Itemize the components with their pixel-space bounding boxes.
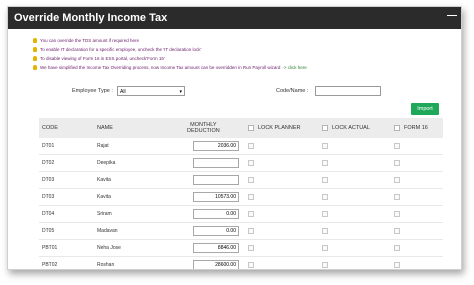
lock-planner-checkbox[interactable] (248, 245, 254, 251)
employee-type-value: All (120, 89, 126, 95)
lightbulb-icon (33, 56, 37, 61)
monthly-deduction-input[interactable] (193, 175, 239, 185)
row-code: PBT01 (42, 245, 58, 251)
row-code: DT01 (42, 143, 55, 149)
lock-actual-checkbox[interactable] (322, 160, 328, 166)
row-name: Madavan (97, 228, 118, 234)
table-row: PBT02 Roshan 28600.00 (39, 257, 443, 269)
header-lock-planner: LOCK PLANNER (248, 118, 301, 138)
code-name-label: Code/Name : (276, 88, 309, 94)
form16-checkbox[interactable] (394, 245, 400, 251)
lock-planner-checkbox[interactable] (248, 194, 254, 200)
table-header-row: CODE NAME MONTHLY DEDUCTION LOCK PLANNER… (39, 118, 443, 138)
filter-bar: Employee Type : All ▾ Code/Name : (8, 84, 461, 98)
monthly-deduction-input[interactable]: 8846.00 (193, 243, 239, 253)
row-name: Kavita (97, 194, 111, 200)
monthly-deduction-input[interactable] (193, 158, 239, 168)
row-code: DT03 (42, 177, 55, 183)
form16-all-checkbox[interactable] (394, 125, 400, 131)
lock-actual-checkbox[interactable] (322, 211, 328, 217)
table-row: DT04 Sriram 0.00 (39, 206, 443, 223)
lightbulb-icon (33, 47, 37, 52)
note-text: You can override the TDS amount if requi… (40, 38, 140, 43)
row-name: Sriram (97, 211, 112, 217)
window-titlebar: Override Monthly Income Tax — (8, 7, 461, 29)
row-code: DT02 (42, 160, 55, 166)
click-here-link[interactable]: -> click here (282, 63, 306, 72)
lock-planner-checkbox[interactable] (248, 160, 254, 166)
lock-planner-checkbox[interactable] (248, 262, 254, 268)
header-monthly-line2: DEDUCTION (187, 128, 220, 134)
row-code: DT05 (42, 228, 55, 234)
lock-planner-checkbox[interactable] (248, 211, 254, 217)
header-lock-planner-label: LOCK PLANNER (258, 125, 301, 131)
lock-actual-checkbox[interactable] (322, 245, 328, 251)
window-title: Override Monthly Income Tax (14, 12, 168, 24)
table-row: DT03 Kavita (39, 172, 443, 189)
table-row: DT05 Madavan 0.00 (39, 223, 443, 240)
table-row: DT02 Deepika (39, 155, 443, 172)
form16-checkbox[interactable] (394, 228, 400, 234)
employee-type-label: Employee Type : (72, 88, 113, 94)
chevron-down-icon: ▾ (179, 89, 182, 95)
code-name-input[interactable] (315, 86, 381, 96)
header-code: CODE (42, 125, 58, 131)
row-code: DT03 (42, 194, 55, 200)
row-code: PBT02 (42, 262, 58, 268)
form16-checkbox[interactable] (394, 177, 400, 183)
form16-checkbox[interactable] (394, 194, 400, 200)
monthly-deduction-input[interactable]: 0.00 (193, 209, 239, 219)
info-notes: You can override the TDS amount if requi… (33, 36, 307, 72)
header-name: NAME (97, 125, 113, 131)
row-code: DT04 (42, 211, 55, 217)
form16-checkbox[interactable] (394, 143, 400, 149)
note-item: To enable IT declaration for a specific … (33, 45, 307, 54)
import-button[interactable]: Import (411, 103, 439, 115)
header-form16: FORM 16 (394, 118, 428, 138)
table-row: DT03 Kavita 10573.00 (39, 189, 443, 206)
monthly-deduction-input[interactable]: 2036.00 (193, 141, 239, 151)
table-row: PBT01 Neha Jose 8846.00 (39, 240, 443, 257)
row-name: Deepika (97, 160, 116, 166)
header-lock-actual: LOCK ACTUAL (322, 118, 370, 138)
note-text: We have simplified the Income Tax Overri… (40, 65, 281, 70)
lock-actual-checkbox[interactable] (322, 194, 328, 200)
tax-override-table: CODE NAME MONTHLY DEDUCTION LOCK PLANNER… (39, 118, 443, 269)
note-item: To disable viewing of Form 16 in ESS por… (33, 54, 307, 63)
lock-actual-checkbox[interactable] (322, 262, 328, 268)
lightbulb-icon (33, 38, 37, 43)
employee-type-select[interactable]: All ▾ (117, 86, 185, 96)
note-text: To enable IT declaration for a specific … (40, 47, 202, 52)
header-form16-label: FORM 16 (404, 125, 428, 131)
row-name: Rajat (97, 143, 109, 149)
lightbulb-icon (33, 65, 37, 70)
monthly-deduction-input[interactable]: 0.00 (193, 226, 239, 236)
table-row: DT01 Rajat 2036.00 (39, 138, 443, 155)
override-income-tax-window: Override Monthly Income Tax — You can ov… (7, 6, 462, 270)
monthly-deduction-input[interactable]: 10573.00 (193, 192, 239, 202)
note-item: We have simplified the Income Tax Overri… (33, 63, 307, 72)
note-text: To disable viewing of Form 16 in ESS por… (40, 56, 165, 61)
minimize-icon[interactable]: — (447, 9, 457, 23)
form16-checkbox[interactable] (394, 160, 400, 166)
lock-actual-checkbox[interactable] (322, 143, 328, 149)
row-name: Roshan (97, 262, 115, 268)
form16-checkbox[interactable] (394, 211, 400, 217)
lock-actual-checkbox[interactable] (322, 228, 328, 234)
lock-planner-checkbox[interactable] (248, 143, 254, 149)
header-lock-actual-label: LOCK ACTUAL (332, 125, 370, 131)
header-monthly-deduction: MONTHLY DEDUCTION (187, 118, 220, 138)
form16-checkbox[interactable] (394, 262, 400, 268)
row-name: Neha Jose (97, 245, 121, 251)
note-item: You can override the TDS amount if requi… (33, 36, 307, 45)
lock-planner-checkbox[interactable] (248, 228, 254, 234)
monthly-deduction-input[interactable]: 28600.00 (193, 260, 239, 269)
lock-planner-all-checkbox[interactable] (248, 125, 254, 131)
lock-planner-checkbox[interactable] (248, 177, 254, 183)
lock-actual-all-checkbox[interactable] (322, 125, 328, 131)
lock-actual-checkbox[interactable] (322, 177, 328, 183)
row-name: Kavita (97, 177, 111, 183)
